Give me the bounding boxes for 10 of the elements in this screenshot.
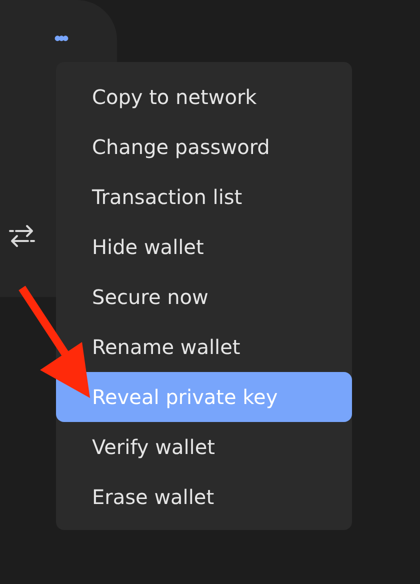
more-button[interactable]: •••	[50, 27, 70, 51]
menu-item[interactable]: Rename wallet	[56, 322, 352, 372]
swap-arrows-icon[interactable]	[8, 222, 36, 250]
menu-item[interactable]: Secure now	[56, 272, 352, 322]
menu-item[interactable]: Hide wallet	[56, 222, 352, 272]
menu-item[interactable]: Change password	[56, 122, 352, 172]
menu-item[interactable]: Copy to network	[56, 72, 352, 122]
menu-item[interactable]: Verify wallet	[56, 422, 352, 472]
menu-item[interactable]: Transaction list	[56, 172, 352, 222]
menu-item[interactable]: Erase wallet	[56, 472, 352, 522]
